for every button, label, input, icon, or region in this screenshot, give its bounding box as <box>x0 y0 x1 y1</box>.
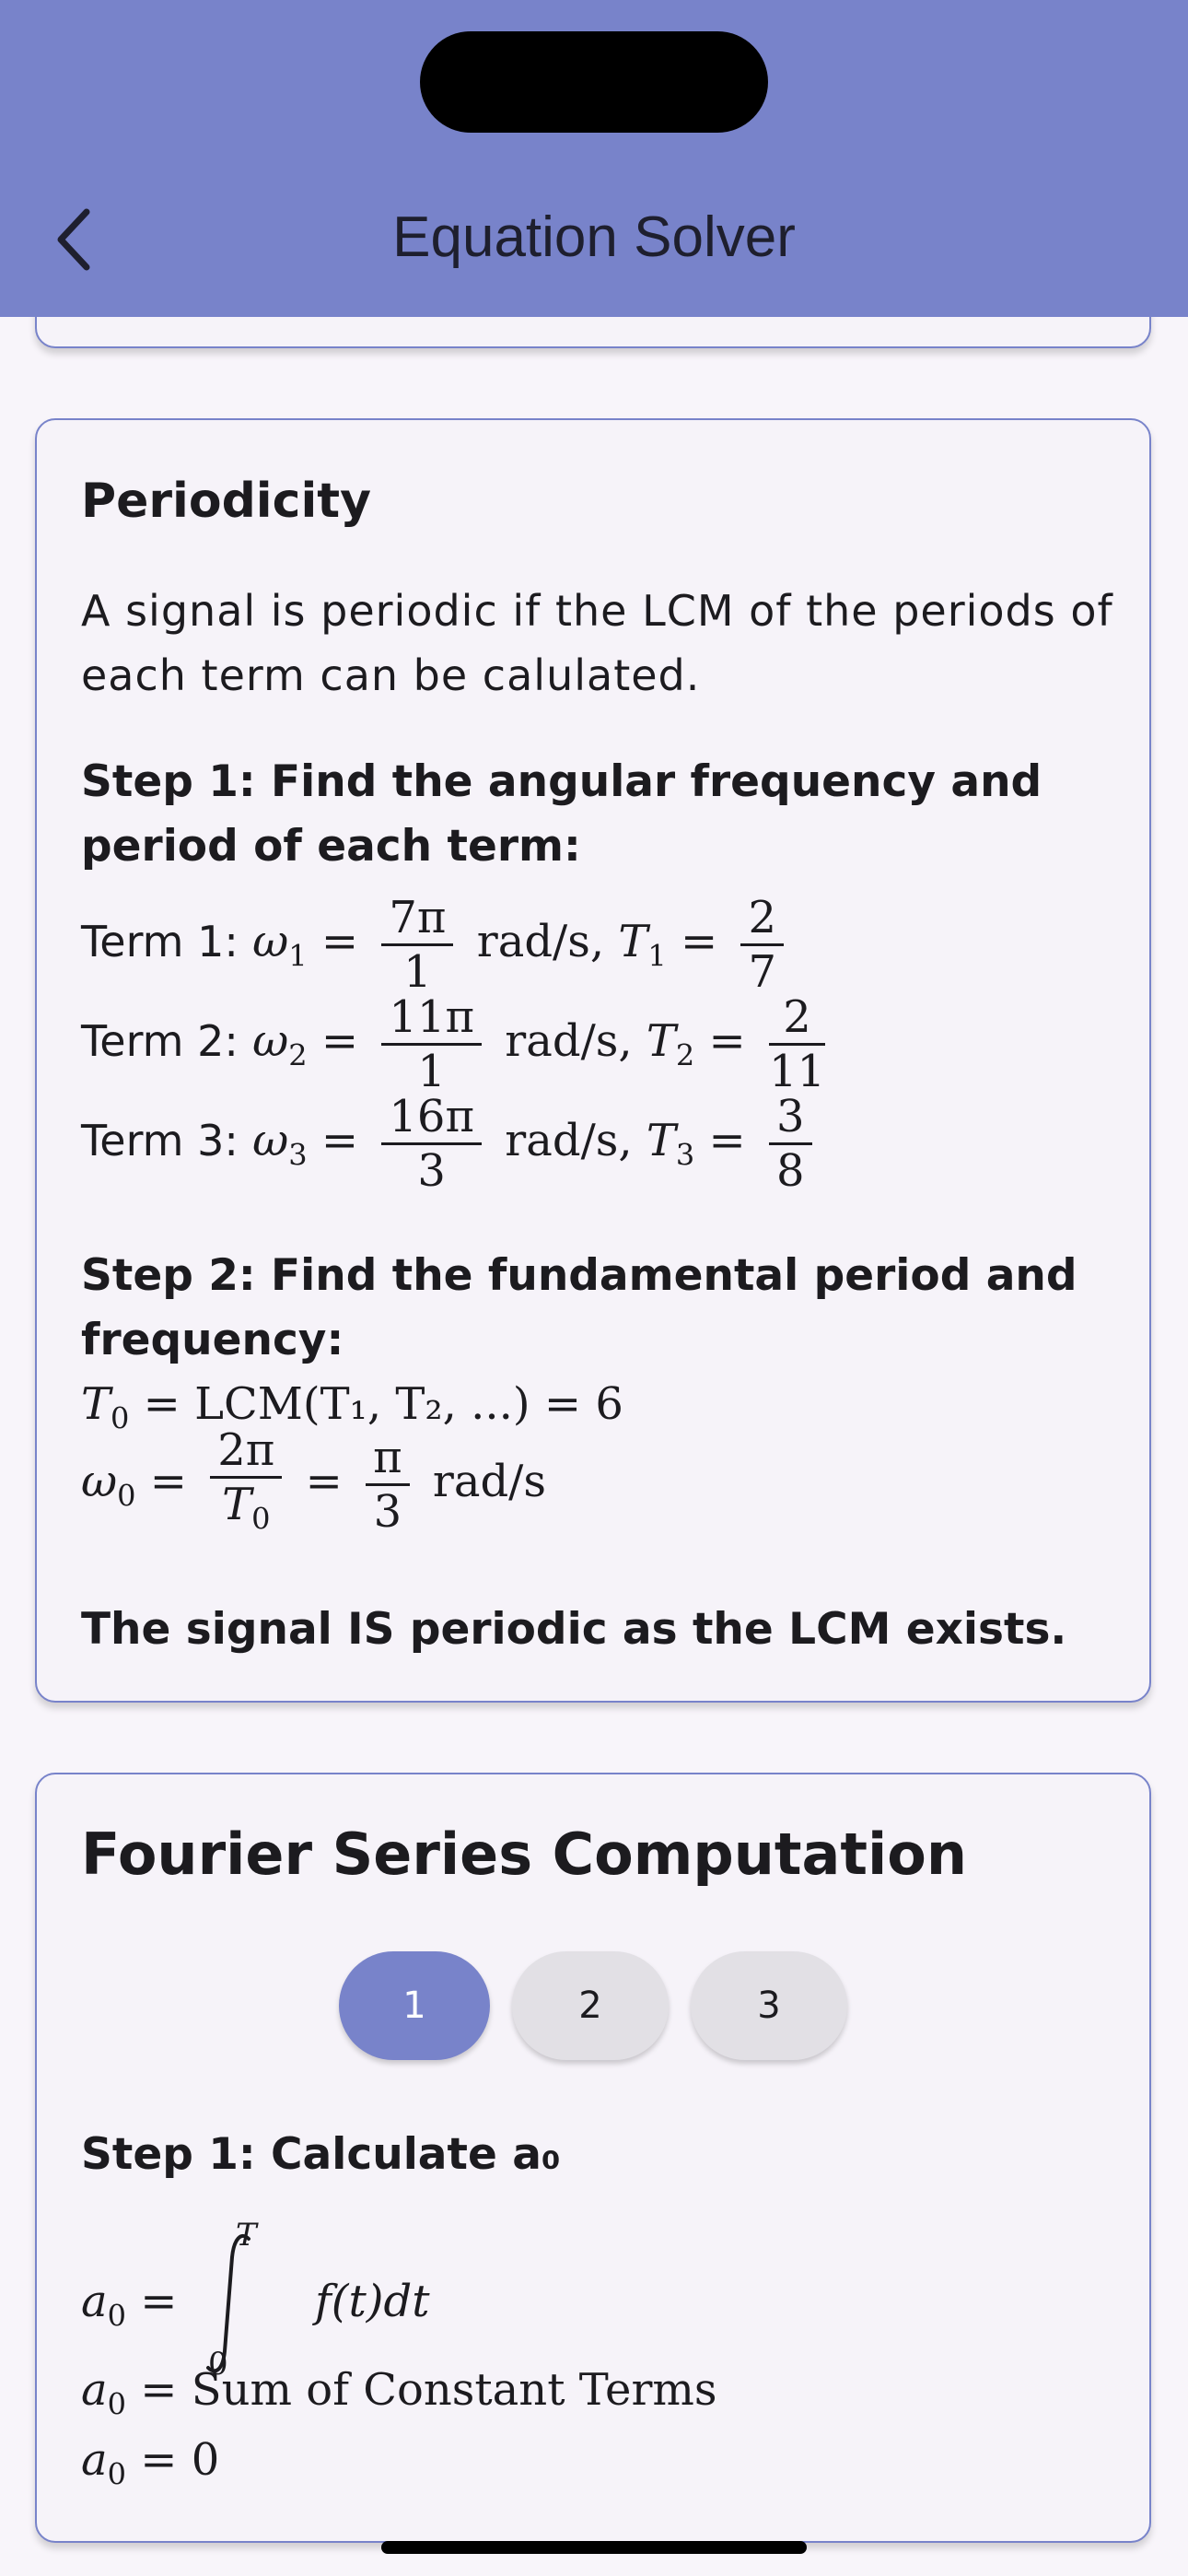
step-1-button[interactable]: 1 <box>339 1951 490 2060</box>
fourier-heading: Fourier Series Computation <box>81 1821 967 1888</box>
w0-equation: ω0 = 2π T0 = π3 rad/s <box>81 1424 546 1538</box>
a0-sum-equation: a0 = Sum of Constant Terms <box>81 2364 717 2422</box>
a0-result-equation: a0 = 0 <box>81 2434 220 2492</box>
term-2-equation: Term 2: ω2 = 11π 1 rad/s, T2 = 2 11 <box>81 991 826 1097</box>
fourier-card: Fourier Series Computation Step 1: Calcu… <box>35 1773 1151 2543</box>
step-2-button[interactable]: 2 <box>512 1951 669 2060</box>
periodicity-conclusion: The signal IS periodic as the LCM exists… <box>81 1604 1067 1655</box>
step-3-button[interactable]: 3 <box>691 1951 847 2060</box>
home-indicator[interactable] <box>381 2541 807 2554</box>
page-title: Equation Solver <box>392 205 796 269</box>
step2-title: Step 2: Find the fundamental period and … <box>81 1250 1077 1365</box>
periodicity-card: Periodicity A signal is periodic if the … <box>35 418 1151 1703</box>
step1-title: Step 1: Find the angular frequency and p… <box>81 756 1042 872</box>
term-3-equation: Term 3: ω3 = 16π 3 rad/s, T3 = 38 <box>81 1091 821 1197</box>
camera-pill <box>420 31 768 133</box>
periodicity-intro: A signal is periodic if the LCM of the p… <box>81 586 1113 700</box>
fourier-step-title: Step 1: Calculate a₀ <box>81 2129 561 2180</box>
app-bar: Equation Solver <box>0 0 1188 317</box>
periodicity-heading: Periodicity <box>81 474 372 529</box>
term-1-equation: Term 1: ω1 = 7π 1 rad/s, T1 = 27 <box>81 892 793 998</box>
